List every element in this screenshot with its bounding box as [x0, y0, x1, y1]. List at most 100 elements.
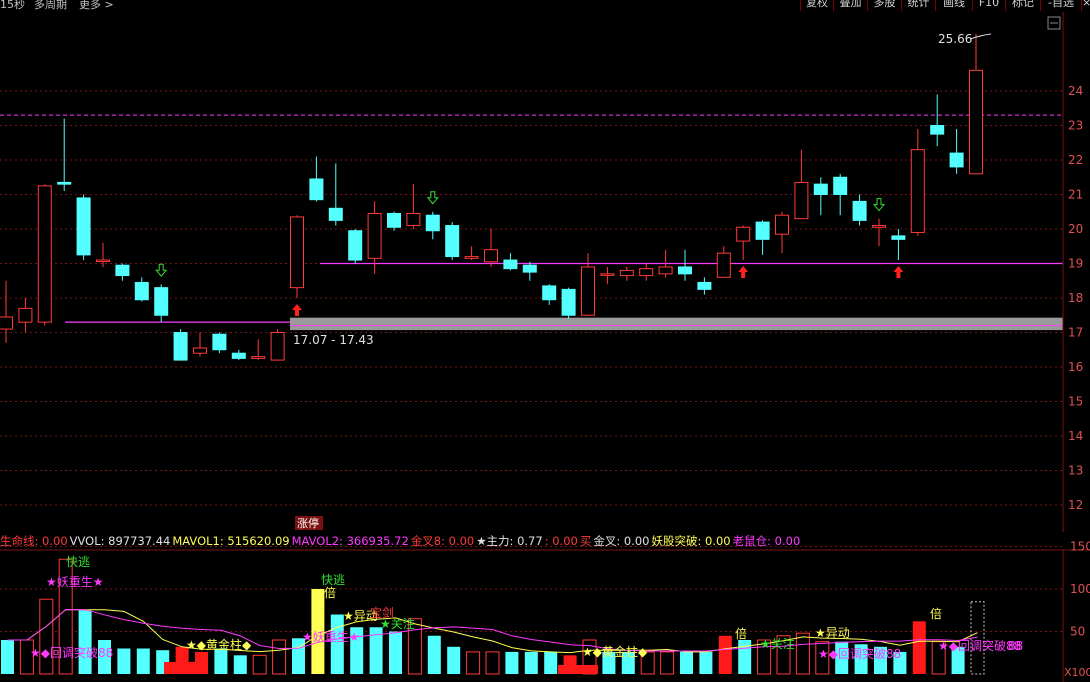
candle	[910, 128, 925, 236]
toolbar-statistics-button[interactable]: 统计	[901, 0, 935, 11]
volume-bar	[98, 640, 111, 674]
indicator-value: 金叉8: 0.00	[410, 534, 475, 548]
price-axis-label: 21	[1068, 188, 1083, 202]
toolbar-restore-rights-button[interactable]: 复权	[800, 0, 833, 11]
volume-bar	[311, 589, 325, 674]
volume-bar	[1, 640, 14, 674]
candle	[251, 339, 266, 361]
signal-arrows	[155, 191, 904, 316]
volume-bar	[738, 640, 752, 674]
candle	[37, 184, 52, 326]
volume-axis-label: 150	[1070, 540, 1090, 554]
volume-bar	[136, 648, 150, 674]
candle	[949, 128, 964, 174]
sell-arrow-icon	[155, 263, 168, 277]
toolbar-overlay-button[interactable]: 叠加	[833, 0, 867, 11]
volume-bar	[78, 610, 92, 674]
indicator-value: 老鼠仓: 0.00	[732, 534, 801, 548]
volume-bar	[330, 614, 344, 674]
more-button[interactable]: 更多 >	[79, 0, 114, 11]
indicator-value: MAVOL1: 515620.09	[172, 534, 290, 548]
period-selector[interactable]: 15秒	[0, 0, 25, 11]
candle	[969, 33, 983, 175]
candle	[290, 215, 304, 298]
axis-settings-icon[interactable]	[1047, 16, 1061, 30]
volume-bar	[582, 639, 597, 675]
volume-signal-label: ★关注	[760, 636, 795, 651]
volume-bar	[175, 646, 189, 674]
candle	[18, 298, 33, 333]
candle	[445, 222, 460, 261]
candle	[522, 261, 537, 281]
toolbar-mark-button[interactable]: 标记	[1005, 0, 1040, 11]
buy-arrow-icon	[292, 304, 302, 316]
candle	[697, 277, 712, 295]
top-toolbar: 15秒 多周期 更多 > 复权 叠加 多股 统计 画线 F10 标记 -自选 ×	[0, 0, 1090, 11]
price-axis-label: 19	[1068, 257, 1083, 271]
volume-bar	[854, 644, 868, 674]
volume-signal-label: 快逃	[321, 573, 345, 587]
candle	[173, 329, 188, 361]
candle	[115, 263, 130, 281]
price-axis-label: 15	[1068, 395, 1083, 409]
multi-period-button[interactable]: 多周期	[34, 0, 67, 11]
candle	[154, 284, 169, 323]
candle	[852, 194, 867, 226]
volume-signals: 快逃★妖重生★★◆回调突破88★◆黄金柱◆快逃倍★妖重生★★异动宝剑★关注★◆黄…	[30, 555, 1023, 661]
volume-bar	[893, 651, 907, 674]
volume-axis-label: 100	[1070, 582, 1090, 596]
candle	[581, 253, 595, 316]
volume-ma-lines	[7, 609, 978, 654]
candle	[484, 229, 498, 267]
volume-bar	[156, 650, 170, 674]
volume-signal-label: ★关注	[380, 616, 415, 631]
volume-bar	[524, 651, 538, 674]
candle	[678, 249, 692, 281]
volume-signal-label: ★妖重生★	[302, 630, 360, 644]
candle	[542, 284, 557, 305]
sell-arrow-icon	[426, 191, 439, 205]
candle	[813, 177, 828, 216]
volume-bar	[951, 646, 965, 674]
support-band	[290, 317, 1063, 331]
candle	[755, 220, 770, 255]
volume-unit-label: X100	[1064, 666, 1090, 679]
limit-up-tag: 涨停	[295, 516, 323, 530]
toolbar-close-icon[interactable]: ×	[1081, 0, 1090, 11]
indicator-value: VVOL: 897737.44	[69, 534, 171, 548]
toolbar-watchlist-button[interactable]: -自选	[1040, 0, 1081, 11]
volume-bar	[369, 627, 383, 674]
volume-signal-label: 倍	[930, 606, 942, 621]
volume-bar	[835, 641, 849, 674]
volume-signal-label: 宝剑	[370, 605, 394, 620]
volume-bar	[680, 651, 693, 674]
toolbar-draw-line-button[interactable]: 画线	[935, 0, 972, 11]
volume-bar	[292, 638, 305, 674]
candle	[57, 118, 72, 192]
volume-bar	[466, 651, 481, 675]
toolbar-multi-stock-button[interactable]: 多股	[867, 0, 901, 11]
volume-signal-label: ★◆回调突破88	[818, 646, 901, 661]
volume-bar	[272, 639, 287, 675]
indicator-value: ★主力: 0.77	[476, 534, 543, 548]
volume-signal-label: ★◆黄金柱◆	[186, 637, 252, 652]
candle	[212, 332, 227, 354]
volume-bar	[602, 651, 616, 674]
volume-signal-label: ★异动	[815, 626, 850, 640]
volume-bar	[931, 641, 946, 675]
high-label-pointer	[969, 33, 992, 40]
indicator-value: 金叉: 0.00	[593, 534, 650, 548]
volume-bar	[447, 646, 461, 674]
candlestick-chart[interactable]: 24 23 22 21 20 19 18 17 16 15 14 13 12 25.66 17.07 -…	[0, 12, 1090, 532]
mavol2-line	[7, 609, 978, 652]
volume-highlight-block	[558, 665, 598, 674]
toolbar-f10-button[interactable]: F10	[972, 0, 1005, 11]
volume-bar	[407, 618, 422, 675]
price-axis-label: 18	[1068, 291, 1083, 305]
volume-signal-label: ★◆回调突破88	[30, 645, 113, 660]
price-axis-label: 20	[1068, 222, 1083, 236]
candle	[96, 242, 110, 267]
volume-bar	[563, 655, 577, 674]
volume-bar	[117, 648, 131, 674]
price-axis-label: 12	[1068, 498, 1083, 512]
